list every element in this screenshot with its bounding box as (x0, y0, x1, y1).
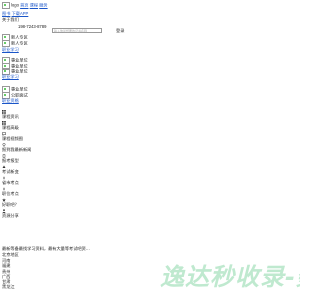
sidebar-item-8[interactable]: 职位考点 (2, 186, 82, 197)
sidebar-item-5[interactable]: 报考报型 (2, 153, 82, 164)
sidebar-item-label: 报考报型 (2, 158, 19, 164)
menu-item-newbie-2[interactable]: 新人专区 (2, 40, 28, 47)
login-button[interactable]: 登录 (116, 28, 124, 33)
sidebar-item-label: 报到我最新新闻 (2, 147, 32, 153)
link-download-app[interactable]: 下载APP (12, 11, 29, 16)
phone-number: 198-7243-8789 (18, 24, 47, 29)
region-link[interactable]: 黑龙江 (2, 284, 15, 289)
footer-description: 最新等备最找学习资料，最有大量等考试吧资… (2, 246, 90, 251)
menu-link-study[interactable]: 职业学习 (2, 47, 19, 52)
sidebar-item-10[interactable]: 资源分享 (2, 208, 82, 219)
region-list: 河南 福建 贵州 广西 甘肃 黑龙江 (2, 258, 15, 290)
newbie-image-2 (2, 40, 10, 47)
sidebar-item-6[interactable]: 考试新变 (2, 164, 82, 175)
sidebar-item-label: 省市考点 (2, 180, 19, 186)
nav-course[interactable]: 课程 (30, 3, 38, 8)
logo-image[interactable] (2, 2, 10, 9)
sidebar-item-label: 课程视频图 (2, 136, 23, 142)
nav-home[interactable]: 首页 (20, 3, 28, 8)
sidebar-item-2[interactable]: 课程高级 (2, 120, 82, 131)
region-title: 北京地区 (2, 252, 19, 257)
sidebar-item-9[interactable]: 好职吧？ (2, 197, 82, 208)
sidebar-item-1[interactable]: 课程资讯 (2, 109, 82, 120)
logo-alt: logo (11, 2, 19, 8)
sub-links: 图书 下载APP (2, 11, 28, 16)
link-books[interactable]: 图书 (2, 11, 10, 16)
sidebar-item-label: 职位考点 (2, 191, 19, 197)
about-us[interactable]: 关于我们 (2, 17, 19, 22)
sidebar-item-label: 课程高级 (2, 125, 19, 131)
promo-link[interactable]: 职业学习 (2, 74, 19, 79)
sidebar-item-3[interactable]: 课程视频图 (2, 131, 82, 142)
header: logo 首页 课程 服务 (2, 2, 48, 9)
sidebar-item-label: 资源分享 (2, 213, 19, 219)
sidebar-item-label: 课程资讯 (2, 114, 19, 120)
sidebar: 课程资讯 课程高级 课程视频图 报到我最新新闻 报考报型 考试新变 省市考点 职… (2, 109, 82, 219)
search-input[interactable]: 输入你最想要的证书名称 (52, 28, 102, 33)
sidebar-item-label: 考试新变 (2, 169, 19, 175)
nav-service[interactable]: 服务 (39, 3, 47, 8)
watermark-text: 逸达秒收录-数 (160, 263, 300, 291)
sidebar-item-label: 好职吧？ (2, 202, 19, 208)
sidebar-item-7[interactable]: 省市考点 (2, 175, 82, 186)
sidebar-item-4[interactable]: 报到我最新新闻 (2, 142, 82, 153)
cert-link[interactable]: 职业资格 (2, 98, 19, 103)
